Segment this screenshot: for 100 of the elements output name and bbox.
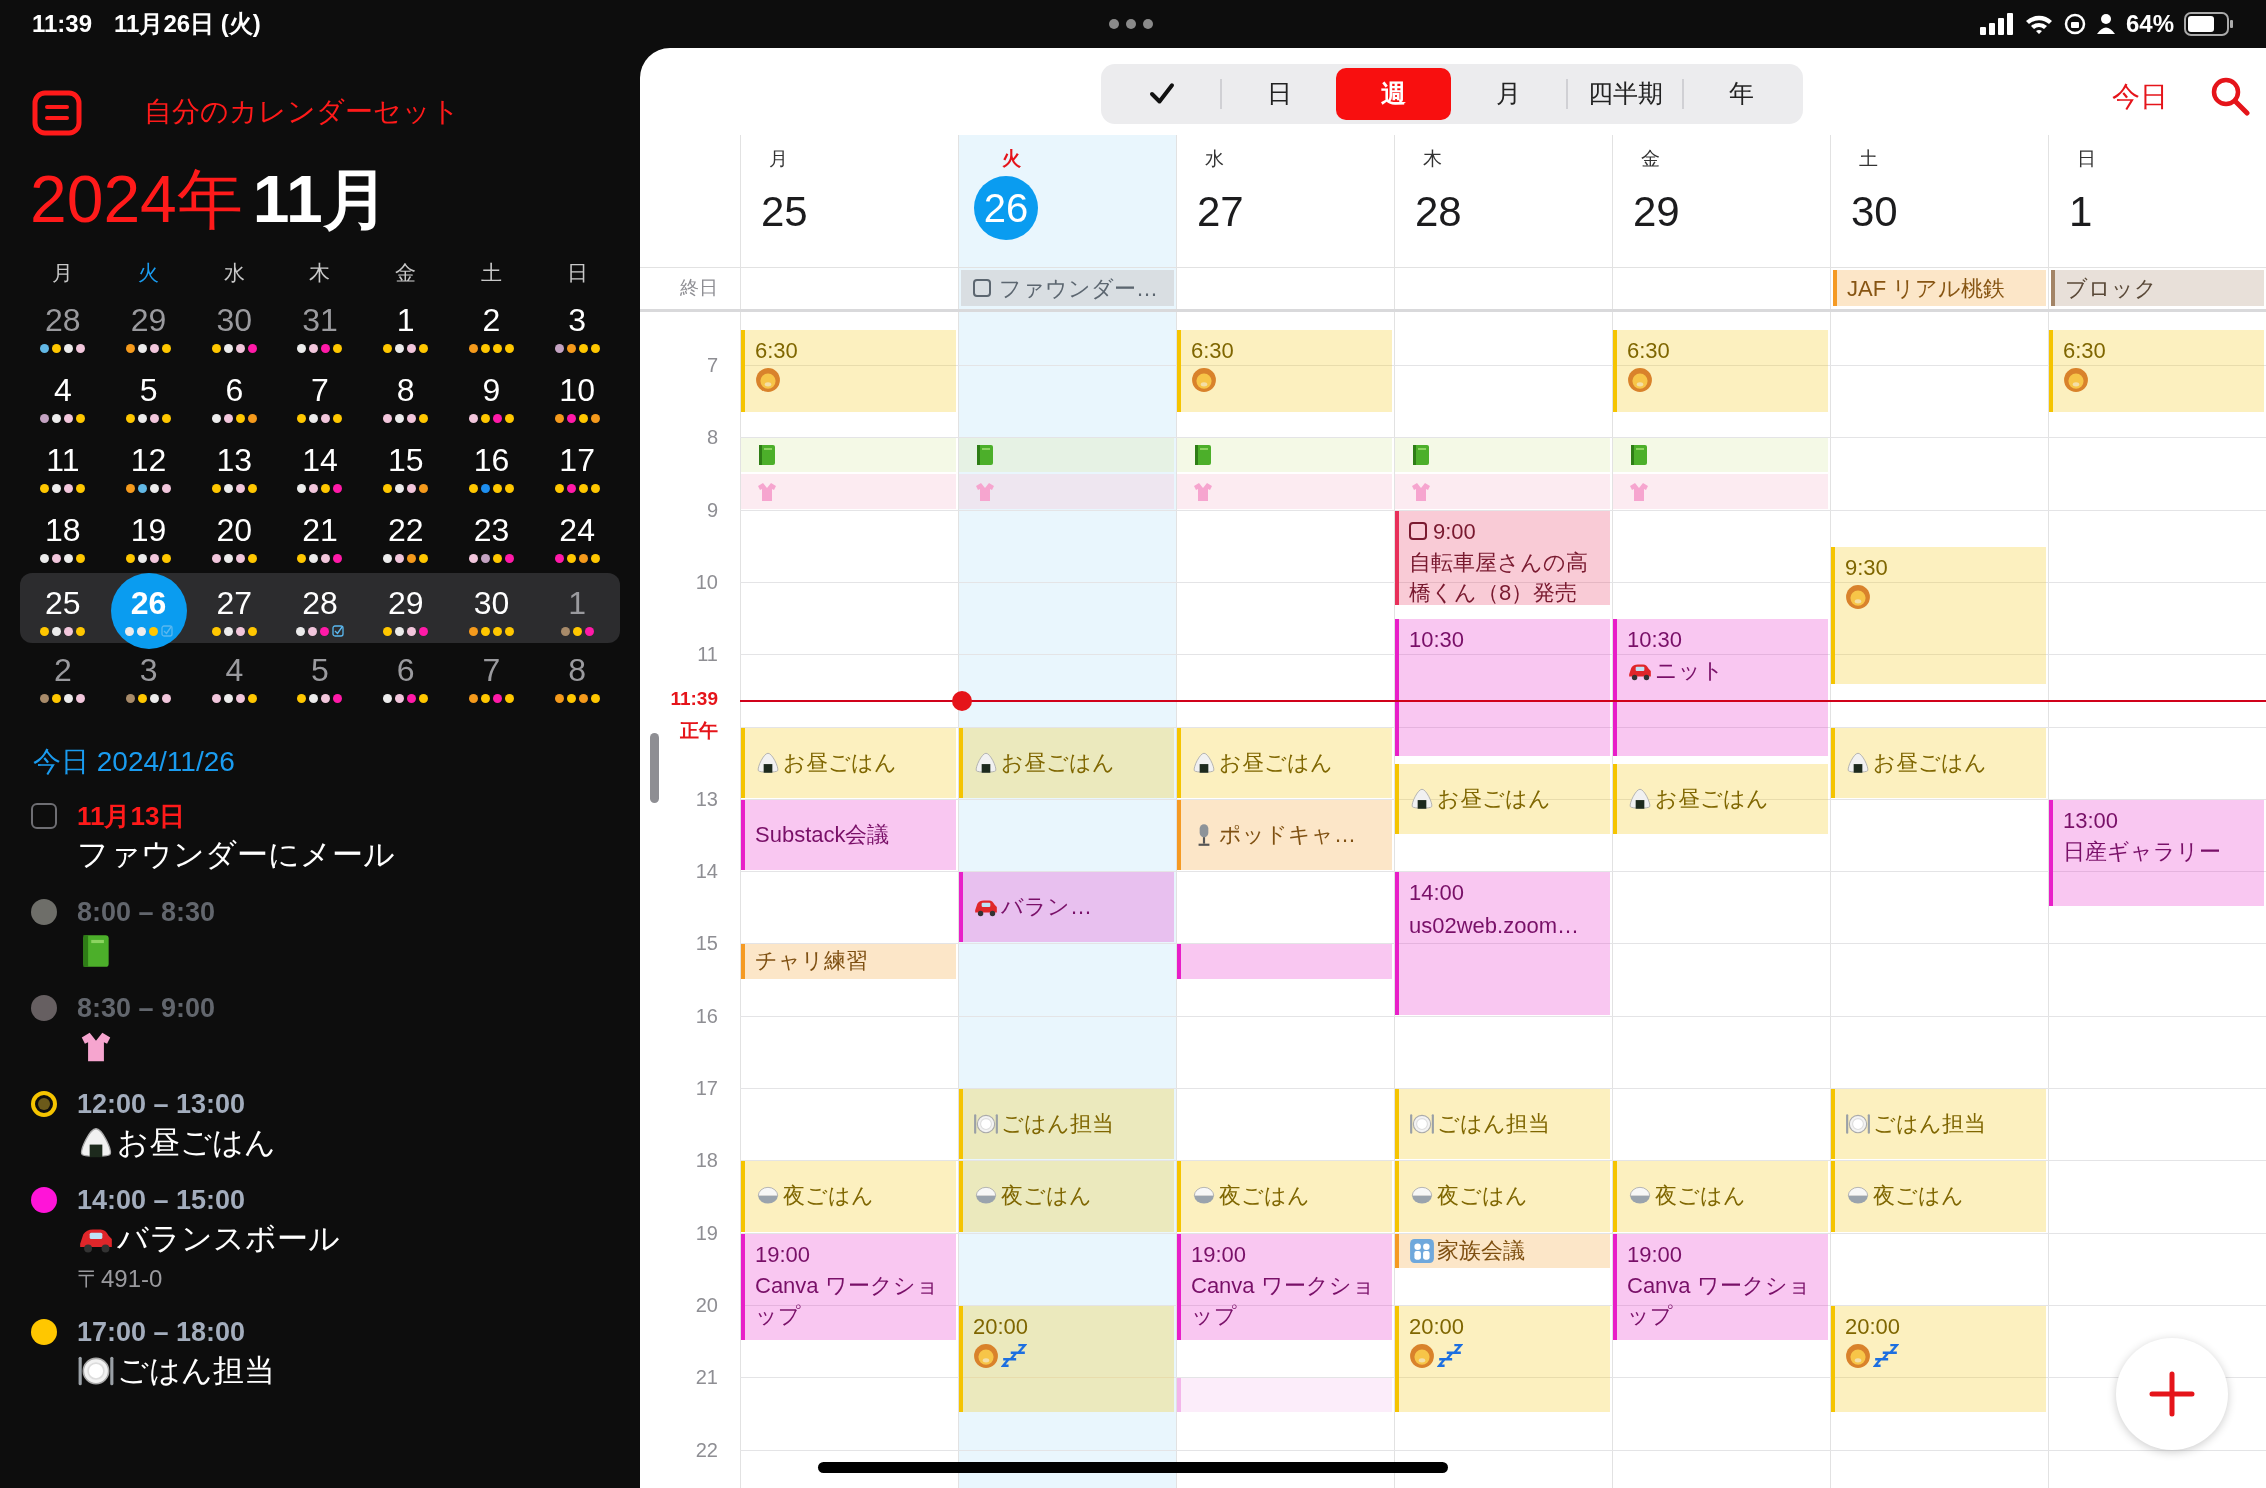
event-block[interactable]: 6:30 <box>2049 329 2264 413</box>
event-block[interactable]: お昼ごはん <box>741 727 956 798</box>
calendar-day[interactable]: 2 <box>453 295 530 361</box>
event-block[interactable]: 夜ごはん <box>1177 1161 1392 1232</box>
event-block[interactable]: 夜ごはん <box>959 1161 1174 1232</box>
event-block[interactable]: 6:30 <box>1177 329 1392 413</box>
checkbox[interactable] <box>31 803 57 829</box>
agenda-item[interactable]: 12:00 – 13:00 お昼ごはん <box>31 1087 640 1165</box>
event-block[interactable]: お昼ごはん <box>1613 763 1828 834</box>
event-block[interactable] <box>1395 474 1610 509</box>
calendar-day[interactable]: 6 <box>196 365 273 431</box>
event-block[interactable]: 19:00 Canva ワークショップ <box>741 1233 956 1341</box>
calendar-day[interactable]: 4 <box>24 365 101 431</box>
calendar-day[interactable]: 12 <box>110 435 187 501</box>
event-block[interactable]: 夜ごはん <box>1831 1161 2046 1232</box>
event-block[interactable]: ごはん担当 <box>1831 1089 2046 1160</box>
event-block[interactable]: バラン… <box>959 872 1174 943</box>
checkbox[interactable] <box>1409 522 1427 541</box>
calendar-sets-icon[interactable] <box>32 88 82 136</box>
calendar-day[interactable]: 25 <box>24 578 101 644</box>
event-block[interactable]: 20:00 <box>959 1305 1174 1413</box>
calendar-day[interactable]: 21 <box>282 505 358 571</box>
calendar-day[interactable]: 27 <box>196 578 273 644</box>
calendar-day[interactable]: 6 <box>367 645 444 711</box>
event-block[interactable] <box>1613 438 1828 473</box>
calendar-day[interactable]: 30 <box>196 295 273 361</box>
add-event-button[interactable] <box>2116 1338 2228 1450</box>
calendar-day[interactable]: 29 <box>110 295 187 361</box>
calendar-day[interactable]: 8 <box>539 645 616 711</box>
calendar-day[interactable]: 22 <box>367 505 444 571</box>
event-block[interactable]: チャリ練習 <box>741 944 956 979</box>
calendar-set-label[interactable]: 自分のカレンダーセット <box>144 91 460 133</box>
event-block[interactable]: 10:30 <box>1395 619 1610 756</box>
calendar-day[interactable]: 9 <box>453 365 530 431</box>
view-tab[interactable]: 年 <box>1684 68 1800 120</box>
calendar-day[interactable]: 7 <box>282 365 358 431</box>
checkbox[interactable] <box>973 279 991 297</box>
calendar-day[interactable]: 13 <box>196 435 273 501</box>
event-block[interactable] <box>741 438 956 473</box>
calendar-day[interactable]: 14 <box>282 435 358 501</box>
calendar-day[interactable]: 5 <box>110 365 187 431</box>
event-block[interactable]: 14:00 us02web.zoom… <box>1395 872 1610 1015</box>
view-tab[interactable]: 日 <box>1221 68 1337 120</box>
calendar-day[interactable]: 18 <box>24 505 101 571</box>
event-block[interactable]: 家族会議 <box>1395 1233 1610 1268</box>
view-tab[interactable]: 週 <box>1336 68 1451 120</box>
search-icon[interactable] <box>2210 76 2250 116</box>
event-block[interactable]: 夜ごはん <box>741 1161 956 1232</box>
all-day-event[interactable]: ブロック <box>2051 270 2264 306</box>
day-date[interactable]: 28 <box>1415 179 1612 243</box>
calendar-day[interactable]: 4 <box>196 645 273 711</box>
event-block[interactable]: 夜ごはん <box>1613 1161 1828 1232</box>
event-block[interactable]: お昼ごはん <box>1395 763 1610 834</box>
event-block[interactable] <box>1613 474 1828 509</box>
event-block[interactable]: 20:00 <box>1395 1305 1610 1413</box>
calendar-day[interactable]: 10 <box>539 365 616 431</box>
event-block[interactable]: 6:30 <box>1613 329 1828 413</box>
calendar-day[interactable]: 15 <box>367 435 444 501</box>
event-block[interactable]: 19:00 Canva ワークショップ <box>1613 1233 1828 1341</box>
day-date[interactable]: 25 <box>761 179 958 243</box>
event-block[interactable]: 6:30 <box>741 329 956 413</box>
event-block[interactable] <box>1395 438 1610 473</box>
agenda-item[interactable]: 14:00 – 15:00 バランスボール 〒491-0 <box>31 1183 640 1297</box>
event-block[interactable] <box>959 474 1174 509</box>
event-block[interactable]: Substack会議 <box>741 799 956 871</box>
event-block[interactable]: お昼ごはん <box>959 727 1174 798</box>
calendar-day[interactable]: 2 <box>24 645 101 711</box>
calendar-day[interactable]: 20 <box>196 505 273 571</box>
calendar-day[interactable]: 28 <box>24 295 101 361</box>
day-date[interactable]: 1 <box>2069 179 2266 243</box>
event-block[interactable]: ポッドキャ… <box>1177 799 1392 871</box>
calendar-day[interactable]: 17 <box>539 435 616 501</box>
calendar-day[interactable]: 5 <box>282 645 358 711</box>
calendar-day[interactable]: 7 <box>453 645 530 711</box>
all-day-event[interactable]: JAF リアル桃鉄 <box>1833 270 2046 306</box>
event-block[interactable] <box>1177 438 1392 473</box>
event-block[interactable]: お昼ごはん <box>1177 727 1392 798</box>
view-tab[interactable]: 四半期 <box>1567 68 1683 120</box>
event-block[interactable]: 13:00 日産ギャラリー <box>2049 799 2264 907</box>
event-block[interactable]: 19:00 Canva ワークショップ <box>1177 1233 1392 1341</box>
calendar-day[interactable]: 31 <box>282 295 358 361</box>
event-block[interactable]: ごはん担当 <box>1395 1089 1610 1160</box>
view-tab[interactable]: 月 <box>1451 68 1566 120</box>
all-day-task[interactable]: ファウンダー… <box>961 270 1174 306</box>
day-date[interactable]: 30 <box>1851 179 2048 243</box>
calendar-day[interactable]: 1 <box>539 578 616 644</box>
calendar-day[interactable]: 28 <box>282 578 358 644</box>
calendar-day[interactable]: 8 <box>367 365 444 431</box>
event-block[interactable]: 9:00 自転車屋さんの高橋くん（8）発売 <box>1395 510 1610 605</box>
event-block[interactable]: 夜ごはん <box>1395 1161 1610 1232</box>
calendar-day[interactable]: 24 <box>539 505 616 571</box>
day-date[interactable]: 27 <box>1197 179 1394 243</box>
today-button[interactable]: 今日 <box>2112 76 2168 118</box>
calendar-day[interactable]: 16 <box>453 435 530 501</box>
calendar-day[interactable]: 11 <box>24 435 101 501</box>
event-block[interactable] <box>741 474 956 509</box>
event-block[interactable]: お昼ごはん <box>1831 727 2046 798</box>
day-date[interactable]: 29 <box>1633 179 1830 243</box>
event-block[interactable]: ごはん担当 <box>959 1089 1174 1160</box>
calendar-day[interactable]: 29 <box>367 578 444 644</box>
